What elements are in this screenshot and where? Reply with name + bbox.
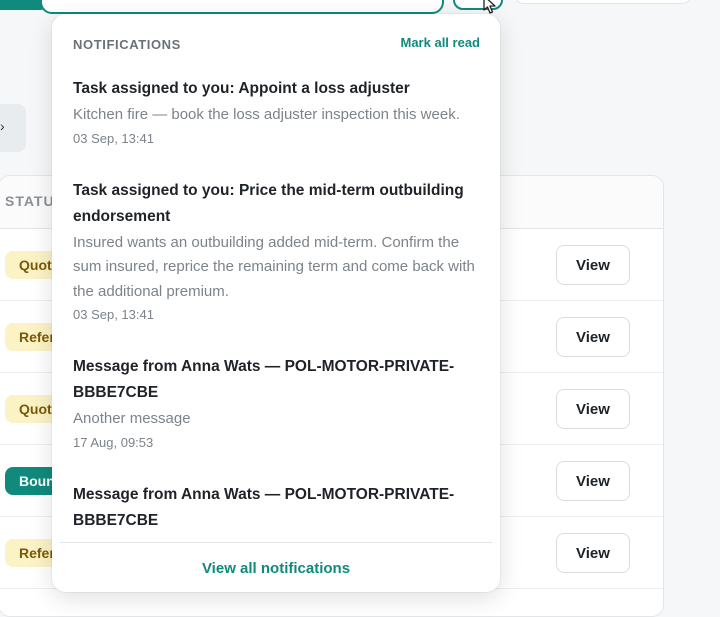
view-all-notifications-link[interactable]: View all notifications bbox=[202, 560, 350, 577]
notifications-title: NOTIFICATIONS bbox=[73, 37, 181, 52]
notifications-dropdown: NOTIFICATIONS Mark all read Task assigne… bbox=[52, 14, 500, 592]
notification-item[interactable]: Task assigned to you: Price the mid-term… bbox=[52, 174, 500, 339]
notification-body: Another message bbox=[73, 410, 191, 427]
notification-title: Task assigned to you: Price the mid-term… bbox=[73, 181, 464, 225]
notification-title: Message from Anna Wats — POL-MOTOR-PRIVA… bbox=[73, 358, 455, 401]
chevron-right-icon: › bbox=[0, 118, 5, 134]
notification-title: Task assigned to you: Appoint a loss adj… bbox=[73, 80, 410, 97]
view-button[interactable]: View bbox=[556, 533, 630, 573]
notifications-footer: View all notifications bbox=[60, 542, 492, 592]
filter-button[interactable]: › bbox=[0, 104, 26, 152]
notification-item[interactable]: Message from Anna Wats — POL-MOTOR-PRIVA… bbox=[52, 350, 500, 466]
view-button[interactable]: View bbox=[556, 461, 630, 501]
mark-all-read-link[interactable]: Mark all read bbox=[401, 35, 481, 50]
notification-timestamp: 17 Aug, 09:53 bbox=[73, 434, 154, 450]
notifications-header: NOTIFICATIONS Mark all read bbox=[52, 14, 500, 72]
view-button[interactable]: View bbox=[556, 317, 630, 357]
notification-timestamp: 03 Sep, 13:41 bbox=[73, 307, 154, 322]
view-button[interactable]: View bbox=[556, 245, 630, 285]
notification-item[interactable]: Task assigned to you: Appoint a loss adj… bbox=[52, 72, 500, 162]
notification-timestamp: 03 Sep, 13:41 bbox=[73, 130, 154, 146]
notification-body: Insured wants an outbuilding added mid-t… bbox=[73, 233, 475, 300]
notification-body: Kitchen fire — book the loss adjuster in… bbox=[73, 106, 460, 123]
search-input[interactable] bbox=[40, 0, 444, 14]
view-button[interactable]: View bbox=[556, 389, 630, 429]
pointer-cursor-icon bbox=[483, 0, 496, 14]
account-menu[interactable] bbox=[514, 0, 692, 4]
notification-item[interactable]: Message from Anna Wats — POL-MOTOR-PRIVA… bbox=[52, 478, 500, 543]
notification-title: Message from Anna Wats — POL-MOTOR-PRIVA… bbox=[73, 485, 455, 529]
notifications-list[interactable]: Task assigned to you: Appoint a loss adj… bbox=[52, 72, 500, 542]
